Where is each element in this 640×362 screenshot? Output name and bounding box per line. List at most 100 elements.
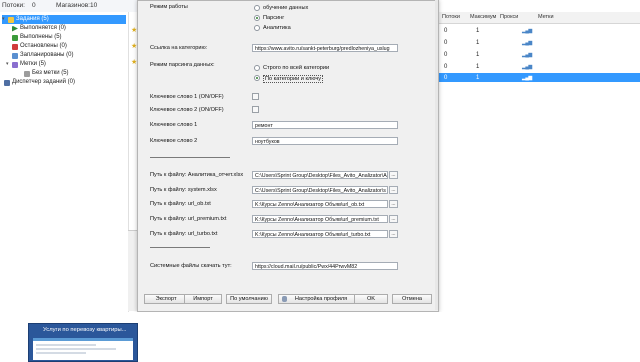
cancel-button[interactable]: Отмена (392, 294, 432, 304)
tree-item-scheduled[interactable]: Запланированы (0) (12, 51, 73, 60)
play-icon (12, 25, 18, 32)
thumbnail-line (36, 348, 116, 350)
thumbnail-line (36, 352, 86, 354)
signal-icon: ▂▄▆ (522, 52, 532, 58)
ok-button[interactable]: OK (354, 294, 388, 304)
tree-item-done[interactable]: Выполнены (5) (12, 33, 62, 42)
file-system-label: Путь к файлу: system.xlsx (150, 187, 217, 193)
kw2-toggle-checkbox[interactable] (252, 106, 259, 113)
cell-threads: 0 (444, 40, 448, 46)
cell-threads: 0 (444, 75, 448, 81)
stores-value: 10 (90, 2, 98, 9)
import-button[interactable]: Импорт (184, 294, 222, 304)
col-max[interactable]: Максимум (470, 14, 496, 20)
tree-item-untagged[interactable]: Без метки (5) (24, 69, 69, 78)
cell-threads: 0 (444, 52, 448, 58)
kw1-label: Ключевое слово 1 (150, 122, 198, 128)
kw2-input[interactable]: ноутбуков (252, 137, 398, 145)
mode-option-training: обучение данных (263, 5, 309, 11)
signal-icon: ▂▄▆ (522, 75, 532, 81)
cell-threads: 0 (444, 28, 448, 34)
tree-item-stopped[interactable]: Остановлены (0) (12, 42, 67, 51)
expand-icon[interactable]: ▾ (2, 15, 7, 24)
tree-item-label: Запланированы (0) (20, 52, 74, 58)
threads-value: 0 (32, 2, 36, 9)
tree-item-label: Остановлены (0) (20, 43, 67, 49)
browse-button[interactable]: ... (389, 215, 398, 223)
cell-max: 1 (476, 75, 480, 81)
mode-label: Режим работы (150, 4, 188, 10)
mode-radio-analytics[interactable] (254, 25, 260, 31)
tree-item-label: Выполняется (0) (20, 25, 66, 31)
tree-item-tasks[interactable]: ▾ Задания (5) (2, 15, 126, 24)
file-premium-label: Путь к файлу: url_premium.txt (150, 216, 227, 222)
tree-item-tags[interactable]: ▾ Метки (5) (6, 60, 46, 69)
category-link-label: Ссылка на категорию: (150, 45, 208, 51)
parse-radio-key[interactable] (254, 75, 260, 81)
task-table: Потоки Максимум Прокси Метки 0 1 ▂▄▆ 0 1… (438, 12, 640, 312)
file-turbo-input[interactable]: K:\Курсы Zenno\Анализатор Объяв\url_turb… (252, 230, 388, 238)
task-tree: ▾ Задания (5) Выполняется (0) Выполнены … (0, 12, 129, 332)
file-analytics-label: Путь к файлу: Аналитика_отчет.xlsx (150, 172, 244, 178)
col-proxy[interactable]: Прокси (500, 14, 518, 20)
signal-icon: ▂▄▆ (522, 64, 532, 70)
sysfiles-link-input[interactable]: https://cloud.mail.ru/public/Pwx/44PrwvM… (252, 262, 398, 270)
file-premium-input[interactable]: K:\Курсы Zenno\Анализатор Объяв\url_prem… (252, 215, 388, 223)
cell-max: 1 (476, 52, 480, 58)
threads-label: Потоки: (2, 2, 25, 9)
tag-icon (24, 70, 30, 77)
stop-icon (12, 43, 18, 50)
parse-option-all: Строго по всей категории (263, 65, 330, 71)
file-system-input[interactable]: C:\Users\Sprint Group\Desktop\Files_Avit… (252, 186, 388, 194)
signal-icon: ▂▄▆ (522, 40, 532, 46)
tree-item-dispatcher[interactable]: Диспетчер заданий (0) (4, 78, 75, 87)
sysfiles-label: Системные файлы скачать тут: (150, 263, 232, 269)
tree-item-label: Метки (5) (20, 61, 46, 67)
file-analytics-input[interactable]: C:\Users\Sprint Group\Desktop\Files_Avit… (252, 171, 388, 179)
default-button[interactable]: По умолчанию (226, 294, 272, 304)
task-caption: Услуги по перевозу квартиры... (43, 327, 127, 333)
mode-radio-training[interactable] (254, 5, 260, 11)
kw1-toggle-checkbox[interactable] (252, 93, 259, 100)
browse-button[interactable]: ... (389, 186, 398, 194)
dialog-scrollbar[interactable] (435, 0, 438, 310)
browse-button[interactable]: ... (389, 200, 398, 208)
cell-max: 1 (476, 64, 480, 70)
dispatcher-icon (4, 79, 10, 86)
thumbnail-line (36, 344, 96, 346)
tree-item-running[interactable]: Выполняется (0) (12, 24, 66, 33)
expand-icon[interactable]: ▾ (6, 60, 11, 69)
category-link-input[interactable]: https://www.avito.ru/sankt-peterburg/pre… (252, 44, 398, 52)
stores-label: Магазинов: (56, 2, 90, 9)
browse-button[interactable]: ... (389, 230, 398, 238)
export-button[interactable]: Экспорт (144, 294, 188, 304)
taskbar-preview[interactable]: Услуги по перевозу квартиры... (28, 323, 138, 362)
mode-radio-parsing[interactable] (254, 15, 260, 21)
file-urlob-input[interactable]: K:\Курсы Zenno\Анализатор Объяв\url_ob.t… (252, 200, 388, 208)
user-icon (282, 296, 287, 302)
file-urlob-label: Путь к файлу: url_ob.txt (150, 201, 211, 207)
browse-button[interactable]: ... (389, 171, 398, 179)
parse-radio-all[interactable] (254, 65, 260, 71)
profile-settings-button[interactable]: Настройка профиля (278, 294, 356, 304)
window-thumbnail (33, 338, 133, 360)
cell-threads: 0 (444, 64, 448, 70)
tree-item-label: Задания (5) (16, 16, 49, 22)
folder-icon (8, 16, 14, 23)
settings-dialog: Режим работы обучение данных Парсинг Ана… (137, 0, 439, 312)
calendar-icon (12, 52, 18, 59)
cell-max: 1 (476, 28, 480, 34)
kw2-label: Ключевое слово 2 (150, 138, 198, 144)
tree-item-label: Выполнены (5) (20, 34, 62, 40)
tree-item-label: Без метки (5) (32, 70, 69, 76)
cell-max: 1 (476, 40, 480, 46)
table-header: Потоки Максимум Прокси Метки (438, 12, 640, 24)
kw1-input[interactable]: ремонт (252, 121, 398, 129)
kw1-toggle-label: Ключевое слово 1 (ON/OFF) (150, 94, 224, 100)
stats-bar: Потоки: 0 Магазинов: 10 (0, 0, 140, 12)
tree-item-label: Диспетчер заданий (0) (12, 79, 75, 85)
thumbnail-titlebar (33, 338, 133, 341)
col-tags[interactable]: Метки (538, 14, 554, 20)
col-threads[interactable]: Потоки (442, 14, 460, 20)
separator (150, 157, 230, 158)
